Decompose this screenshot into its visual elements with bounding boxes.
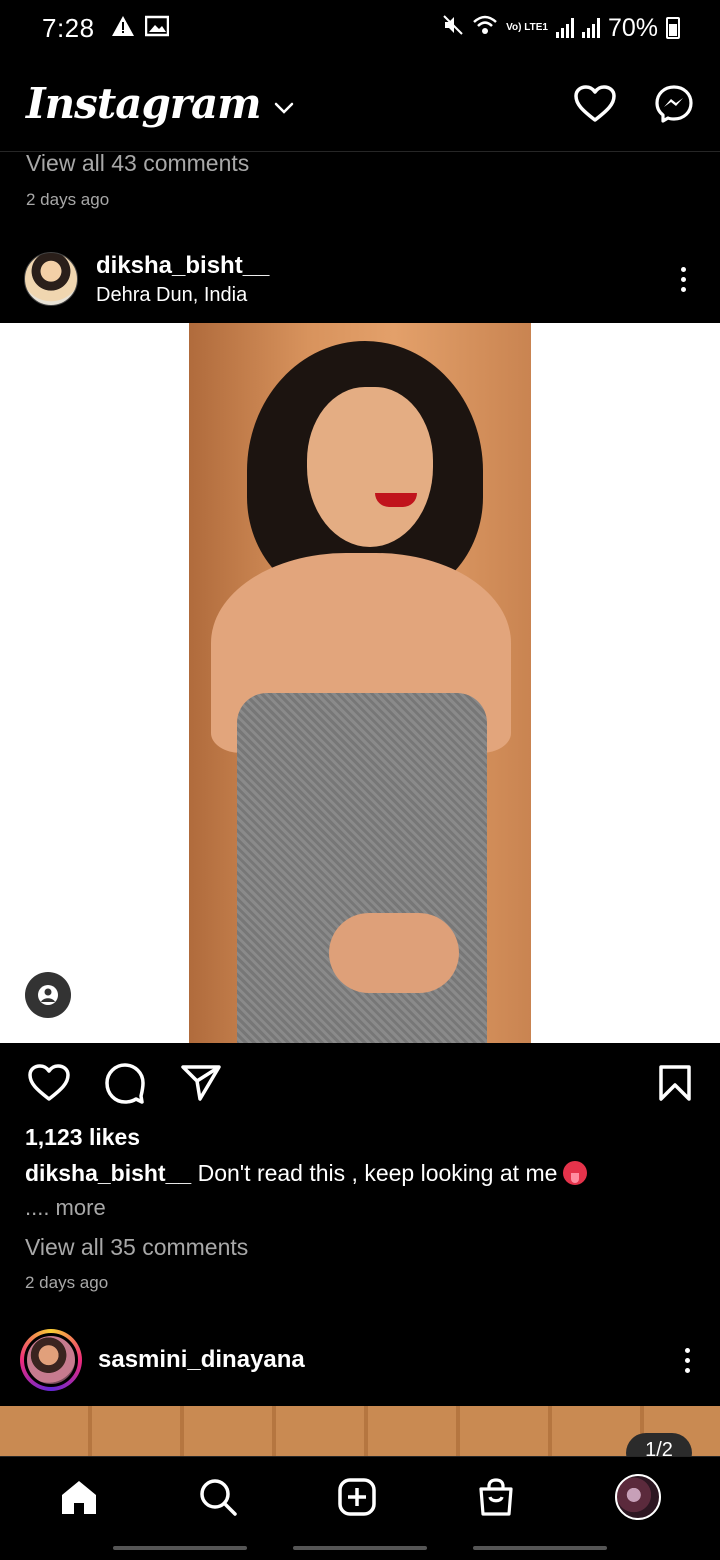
network-label: Vo) LTE1	[506, 22, 548, 33]
warning-icon	[111, 15, 135, 42]
tongue-emoji-icon	[563, 1161, 588, 1185]
post-timestamp: 2 days ago	[26, 190, 110, 209]
story-avatar[interactable]	[20, 1329, 82, 1391]
view-comments-link[interactable]: View all 43 comments	[26, 150, 249, 177]
battery-percent: 70%	[607, 13, 658, 42]
home-icon[interactable]	[59, 1478, 99, 1516]
status-bar: 7:28 Vo) LTE1 70%	[0, 0, 720, 56]
avatar[interactable]	[24, 252, 78, 306]
caption-text: Don't read this , keep looking at me	[191, 1160, 558, 1186]
post-actions	[0, 1058, 720, 1108]
post-timestamp-2: 2 days ago	[25, 1273, 109, 1292]
heart-icon[interactable]	[574, 84, 616, 123]
signal-icon-2	[581, 18, 600, 38]
view-comments-link-2[interactable]: View all 35 comments	[25, 1234, 248, 1261]
caption-more-link[interactable]: .... more	[25, 1195, 106, 1221]
next-post-media[interactable]	[0, 1406, 720, 1456]
post-photo	[189, 323, 531, 1043]
bookmark-icon[interactable]	[658, 1064, 692, 1102]
messenger-icon[interactable]	[654, 84, 694, 124]
gesture-bar	[0, 1536, 720, 1560]
comment-icon[interactable]	[104, 1062, 146, 1104]
app-bar: Instagram	[0, 56, 720, 152]
mute-icon	[442, 14, 464, 43]
tagged-people-icon[interactable]	[25, 972, 71, 1018]
image-icon	[144, 15, 169, 42]
next-post-header: sasmini_dinayana	[0, 1328, 720, 1392]
signal-icon	[555, 18, 574, 38]
chevron-down-icon[interactable]	[273, 101, 295, 115]
more-options-icon-2[interactable]	[675, 1344, 700, 1377]
likes-count[interactable]: 1,123 likes	[25, 1124, 140, 1151]
post-username[interactable]: diksha_bisht__	[96, 252, 269, 280]
create-icon[interactable]	[337, 1477, 377, 1517]
shop-icon[interactable]	[476, 1477, 516, 1517]
status-time: 7:28	[42, 12, 95, 43]
caption-username[interactable]: diksha_bisht__	[25, 1160, 191, 1186]
post-caption: diksha_bisht__ Don't read this , keep lo…	[25, 1160, 588, 1187]
post-media[interactable]	[0, 323, 720, 1043]
more-options-icon[interactable]	[671, 263, 696, 296]
search-icon[interactable]	[198, 1477, 238, 1517]
like-heart-icon[interactable]	[28, 1064, 70, 1102]
post-header: diksha_bisht__ Dehra Dun, India	[0, 248, 720, 310]
share-icon[interactable]	[180, 1064, 222, 1102]
wifi-icon	[472, 14, 498, 43]
next-post-username[interactable]: sasmini_dinayana	[98, 1346, 305, 1374]
bottom-nav	[0, 1456, 720, 1536]
battery-icon	[666, 17, 680, 39]
profile-avatar[interactable]	[614, 1473, 661, 1520]
post-location[interactable]: Dehra Dun, India	[96, 284, 269, 307]
instagram-logo[interactable]: Instagram	[26, 79, 262, 128]
